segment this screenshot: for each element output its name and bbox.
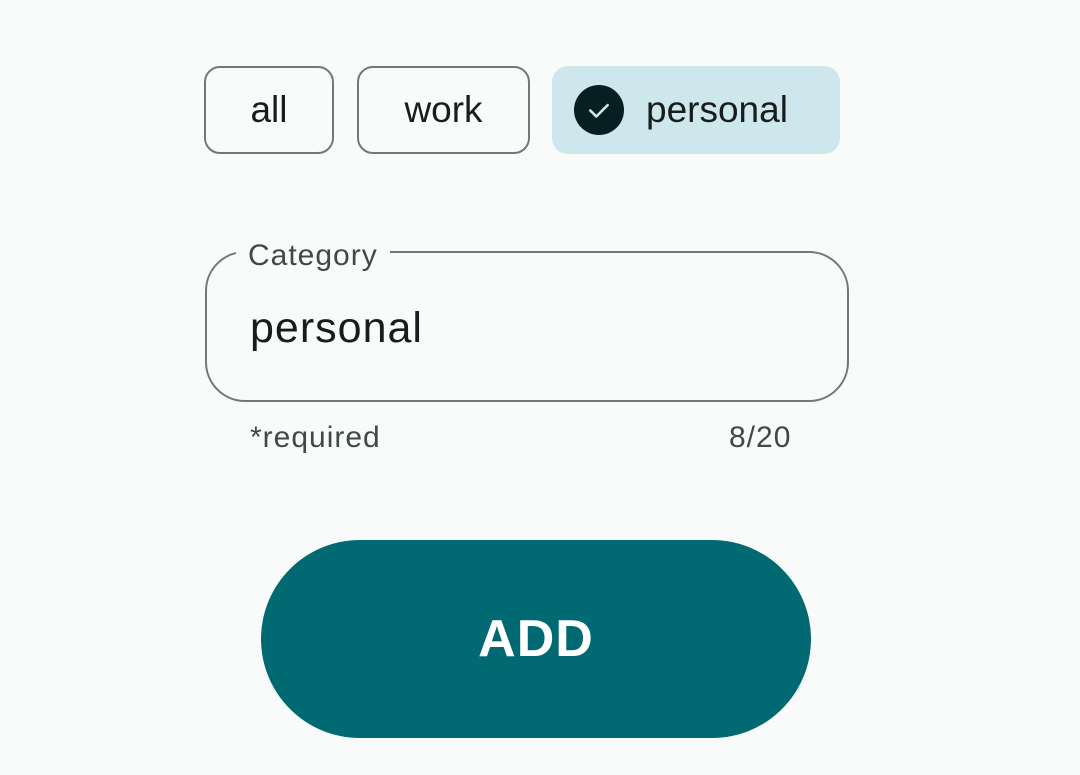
chip-personal[interactable]: personal bbox=[552, 66, 840, 154]
category-input[interactable] bbox=[250, 303, 810, 353]
chip-personal-label: personal bbox=[646, 89, 788, 130]
check-circle-icon bbox=[574, 85, 624, 135]
add-button-label: ADD bbox=[478, 610, 594, 668]
required-helper-text: *required bbox=[250, 421, 381, 454]
chip-work[interactable]: work bbox=[357, 66, 530, 154]
chip-all-label: all bbox=[250, 89, 288, 130]
chip-work-label: work bbox=[404, 89, 483, 130]
add-button[interactable]: ADD bbox=[261, 540, 811, 738]
character-counter: 8/20 bbox=[729, 421, 792, 454]
category-field-label: Category bbox=[236, 238, 390, 274]
chip-all[interactable]: all bbox=[204, 66, 334, 154]
